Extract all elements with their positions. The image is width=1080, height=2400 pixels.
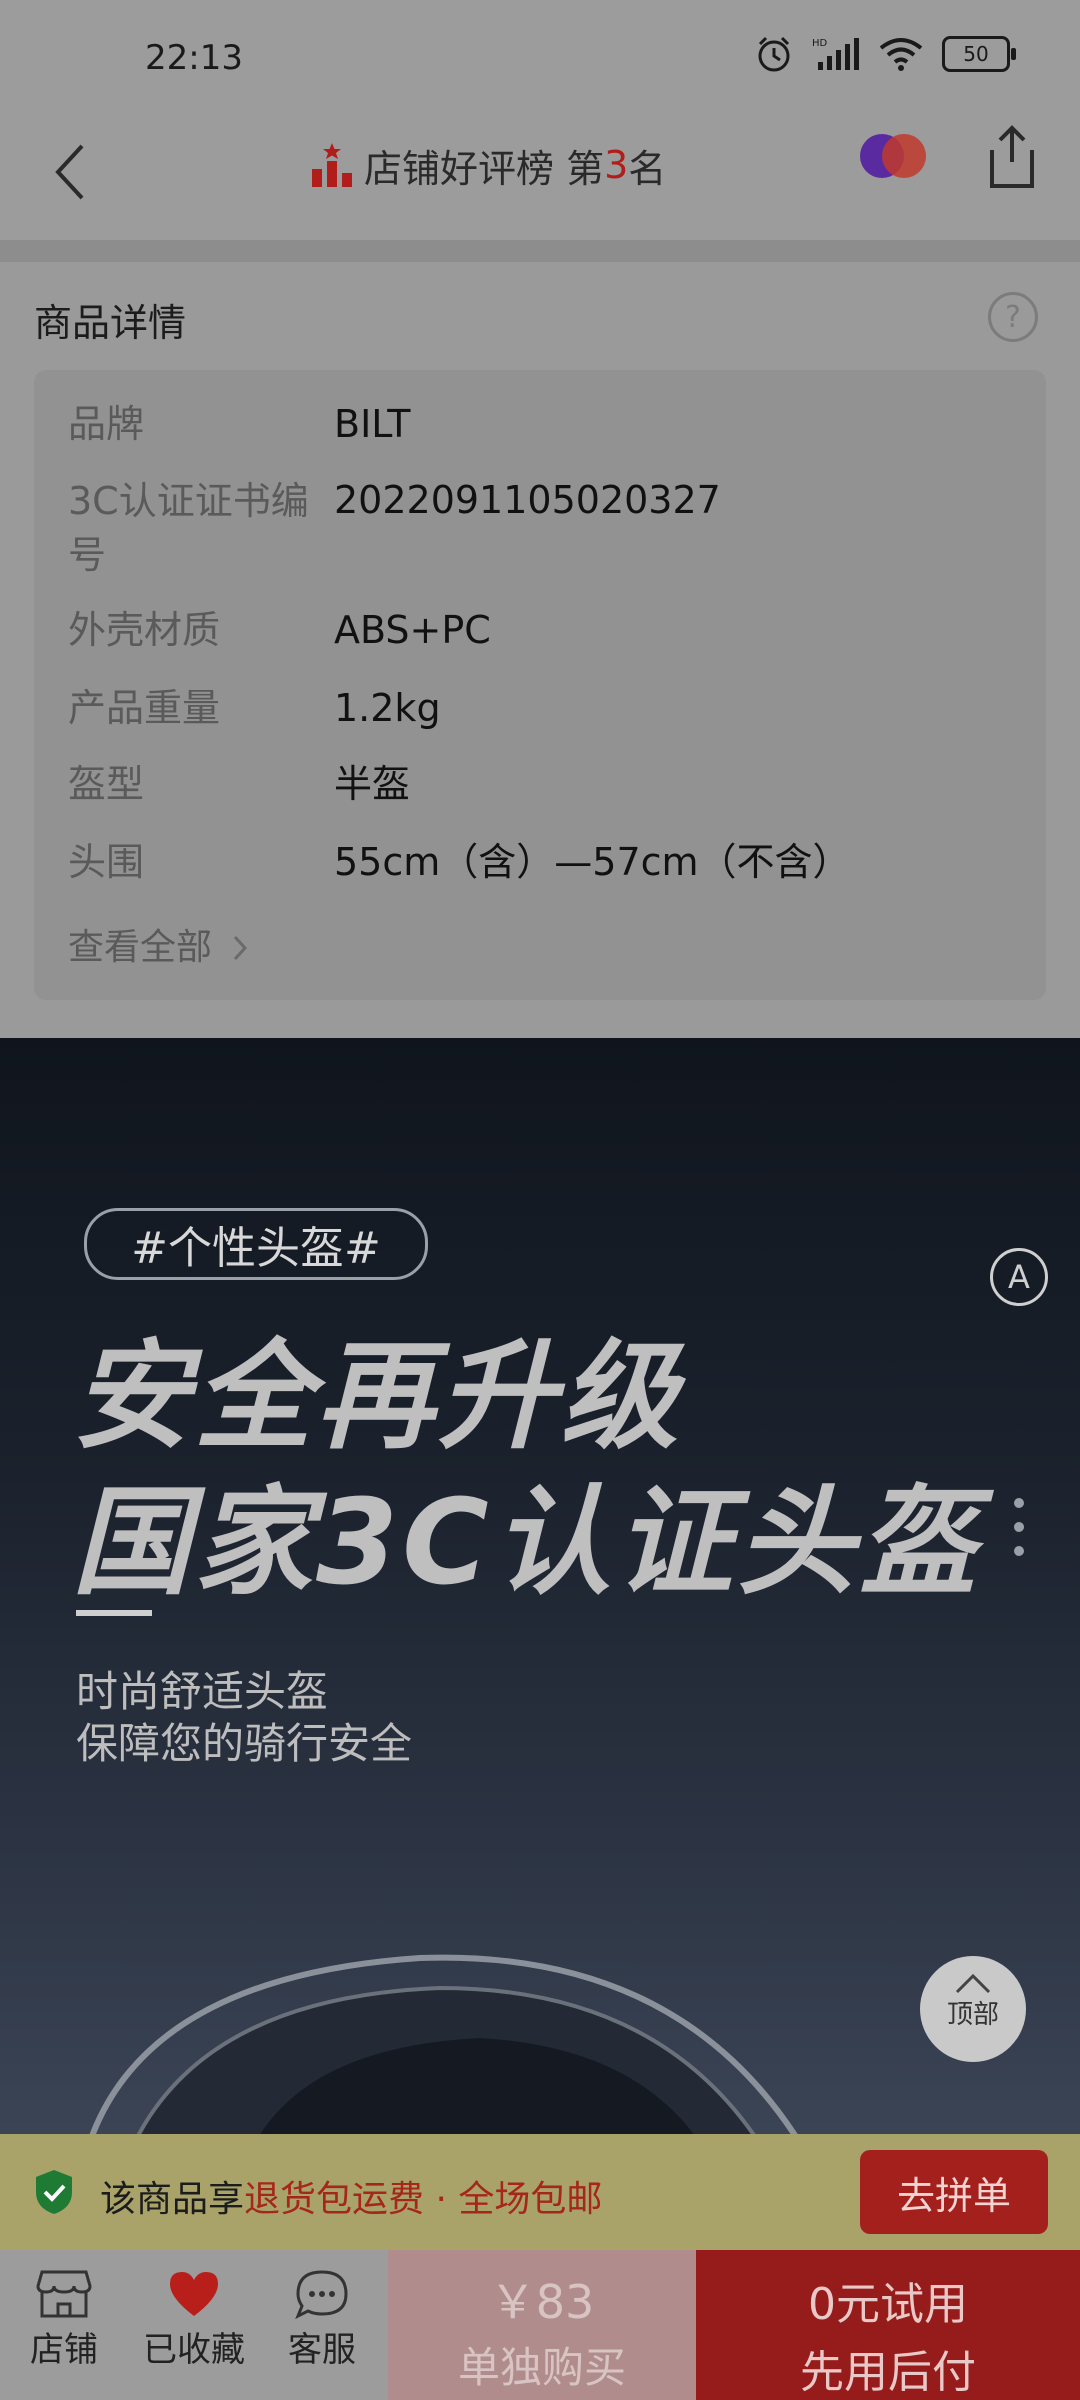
banner-headline-2: 国家3C认证头盔: [72, 1473, 981, 1611]
product-banner-image[interactable]: #个性头盔# 安全再升级 国家3C认证头盔 时尚舒适头盔 保障您的骑行安全 A …: [0, 1038, 1080, 2134]
status-time: 22:13: [145, 38, 243, 78]
promo-prefix: 该商品享: [100, 2179, 245, 2220]
banner-subtitle-2: 保障您的骑行安全: [76, 1719, 413, 1768]
attr-row-shell-material: 外壳材质 ABS+PC: [68, 604, 491, 656]
back-to-top-label: 顶部: [946, 2000, 999, 2030]
store-rank-title[interactable]: 店铺好评榜 第 3 名: [310, 130, 666, 200]
view-all-link[interactable]: 查看全部: [68, 918, 251, 970]
attr-value: 55cm（含）—57cm（不含）: [334, 840, 851, 884]
product-details-card: 商品详情 ? 品牌 BILT 3C认证证书编号 2022091105020327…: [0, 262, 1080, 1038]
section-divider: [0, 240, 1080, 262]
wifi-icon: [879, 38, 923, 71]
banner-tag: #个性头盔#: [84, 1208, 428, 1280]
store-tab[interactable]: 店铺: [4, 2260, 124, 2371]
attr-row-weight: 产品重量 1.2kg: [68, 682, 441, 734]
view-all-label: 查看全部: [68, 927, 213, 968]
attr-row-3c-cert: 3C认证证书编号 2022091105020327: [68, 474, 721, 582]
attr-row-head-size: 头围 55cm（含）—57cm（不含）: [68, 836, 851, 888]
favorite-tab[interactable]: 已收藏: [132, 2260, 256, 2371]
store-label: 店铺: [30, 2330, 98, 2370]
favorited-label: 已收藏: [143, 2330, 245, 2370]
back-to-top-button[interactable]: 顶部: [920, 1956, 1026, 2062]
attr-value: 半盔: [334, 762, 411, 806]
brand-logo-icon[interactable]: [858, 130, 928, 182]
chevron-up-icon: [955, 1973, 991, 1994]
attr-key: 3C认证证书编号: [68, 479, 309, 577]
shield-check-icon: [36, 2170, 72, 2214]
pay-later-line2: 先用后付: [800, 2347, 976, 2398]
single-label: 单独购买: [457, 2343, 626, 2392]
attr-key: 头围: [68, 840, 145, 884]
attr-value: ABS+PC: [334, 608, 491, 652]
title-suffix: 名: [628, 146, 667, 191]
attr-key: 产品重量: [68, 686, 221, 730]
store-icon: [36, 2270, 92, 2318]
accessibility-a-icon[interactable]: A: [990, 1248, 1048, 1306]
attributes-box: 品牌 BILT 3C认证证书编号 2022091105020327 外壳材质 A…: [34, 370, 1046, 1000]
help-icon[interactable]: ?: [988, 292, 1038, 342]
attr-value: 1.2kg: [334, 686, 441, 730]
status-icons: HD 50: [754, 34, 1016, 74]
single-price: ￥83: [489, 2275, 595, 2329]
attr-row-brand: 品牌 BILT: [68, 398, 410, 450]
attr-key: 外壳材质: [68, 608, 221, 652]
top-nav-bar: 店铺好评榜 第 3 名: [0, 110, 1080, 240]
signal-icon: HD: [812, 38, 859, 70]
try-free-pay-later-button[interactable]: 0元试用 先用后付: [696, 2250, 1080, 2400]
attr-key: 盔型: [68, 762, 145, 806]
bottom-action-bar: 店铺 已收藏 客服 ￥83 单独购买 0元试用 先用后付: [0, 2250, 1080, 2400]
attr-value: 2022091105020327: [334, 478, 721, 522]
status-bar: 22:13 HD 50: [0, 0, 1080, 110]
helmet-illustration: [89, 1954, 798, 2134]
banner-divider: [76, 1610, 152, 1616]
pay-later-line1: 0元试用: [808, 2279, 968, 2330]
customer-service-tab[interactable]: 客服: [262, 2260, 382, 2371]
promo-text: 该商品享退货包运费 · 全场包邮: [100, 2170, 602, 2222]
attr-key: 品牌: [68, 402, 145, 446]
promo-highlight: 退货包运费 · 全场包邮: [244, 2179, 603, 2220]
svg-text:HD: HD: [812, 38, 828, 49]
title-prefix: 店铺好评榜 第: [364, 146, 605, 191]
group-buy-button[interactable]: 去拼单: [860, 2150, 1048, 2234]
heart-filled-icon: [170, 2272, 218, 2316]
attr-row-helmet-type: 盔型 半盔: [68, 758, 410, 810]
title-rank: 3: [604, 143, 629, 187]
more-dots-icon[interactable]: [1014, 1498, 1024, 1570]
back-arrow-icon[interactable]: [48, 132, 108, 212]
service-label: 客服: [288, 2330, 356, 2370]
chevron-right-icon: [234, 935, 248, 961]
attr-value: BILT: [334, 402, 411, 446]
share-icon[interactable]: [982, 124, 1042, 190]
buy-alone-button[interactable]: ￥83 单独购买: [388, 2250, 696, 2400]
battery-icon: 50: [942, 36, 1016, 72]
details-title: 商品详情: [34, 301, 187, 345]
ranking-podium-icon: [312, 143, 352, 187]
chat-bubble-icon: [295, 2270, 348, 2320]
alarm-icon: [758, 36, 790, 72]
promo-bar: 该商品享退货包运费 · 全场包邮 去拼单: [0, 2134, 1080, 2250]
